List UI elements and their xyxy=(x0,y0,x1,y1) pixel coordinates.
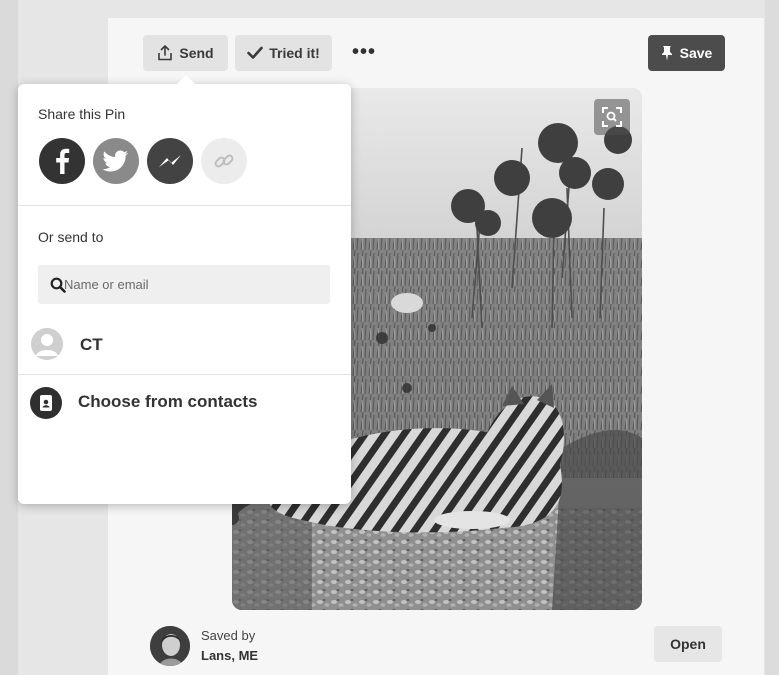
popover-caret xyxy=(176,75,196,85)
more-options-button[interactable]: ••• xyxy=(350,40,378,68)
saved-by-name-link[interactable]: Lans, ME xyxy=(201,648,258,663)
link-icon[interactable] xyxy=(201,138,247,184)
open-button[interactable]: Open xyxy=(654,626,722,662)
saved-by-label: Saved by xyxy=(201,628,256,643)
tried-it-label: Tried it! xyxy=(269,45,320,61)
send-button[interactable]: Send xyxy=(143,35,228,71)
right-scroll-area xyxy=(765,0,779,675)
recipient-search-input[interactable] xyxy=(62,276,316,293)
default-user-icon xyxy=(36,334,58,356)
tried-it-button[interactable]: Tried it! xyxy=(235,35,332,71)
visual-search-lens-button[interactable] xyxy=(594,99,630,135)
lens-icon xyxy=(602,107,622,127)
twitter-icon[interactable] xyxy=(93,138,139,184)
choose-contacts-row[interactable]: Choose from contacts xyxy=(18,382,351,428)
recipient-search-box[interactable] xyxy=(38,265,330,304)
popover-divider xyxy=(18,205,351,206)
share-popover-title: Share this Pin xyxy=(38,106,126,122)
checkmark-icon xyxy=(247,46,264,59)
save-button[interactable]: Save xyxy=(648,35,725,71)
send-button-label: Send xyxy=(179,45,214,61)
contact-row[interactable]: CT xyxy=(18,320,351,366)
choose-contacts-label: Choose from contacts xyxy=(78,392,258,411)
saver-avatar[interactable] xyxy=(150,626,190,666)
save-button-label: Save xyxy=(679,45,713,61)
messenger-icon[interactable] xyxy=(147,138,193,184)
avatar xyxy=(31,328,63,360)
address-book-icon xyxy=(30,387,62,419)
saver-photo xyxy=(150,626,190,666)
share-upload-icon xyxy=(158,45,173,61)
left-background-strip xyxy=(0,0,18,675)
contact-name: CT xyxy=(80,335,103,354)
send-to-label: Or send to xyxy=(38,229,104,245)
popover-divider xyxy=(18,374,351,375)
facebook-icon[interactable] xyxy=(39,138,85,184)
pushpin-icon xyxy=(661,46,672,61)
share-popover: Share this Pin Or send to Name or email … xyxy=(18,84,351,504)
